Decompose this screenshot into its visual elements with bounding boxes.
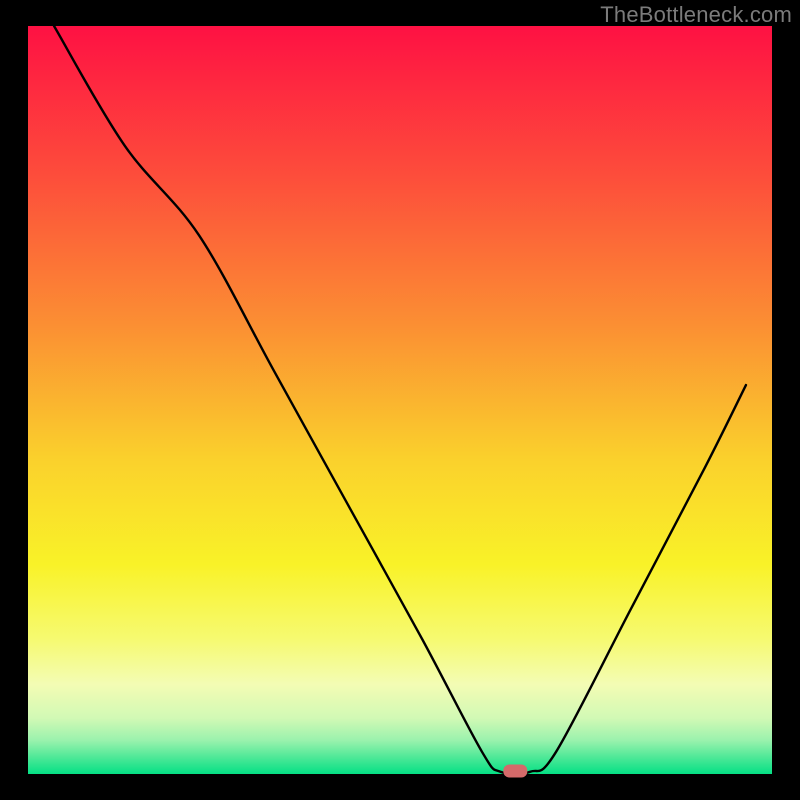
watermark-label: TheBottleneck.com: [600, 2, 792, 28]
plot-background: [28, 26, 772, 774]
chart-svg: [0, 0, 800, 800]
optimal-marker: [503, 765, 527, 778]
bottleneck-chart: TheBottleneck.com: [0, 0, 800, 800]
